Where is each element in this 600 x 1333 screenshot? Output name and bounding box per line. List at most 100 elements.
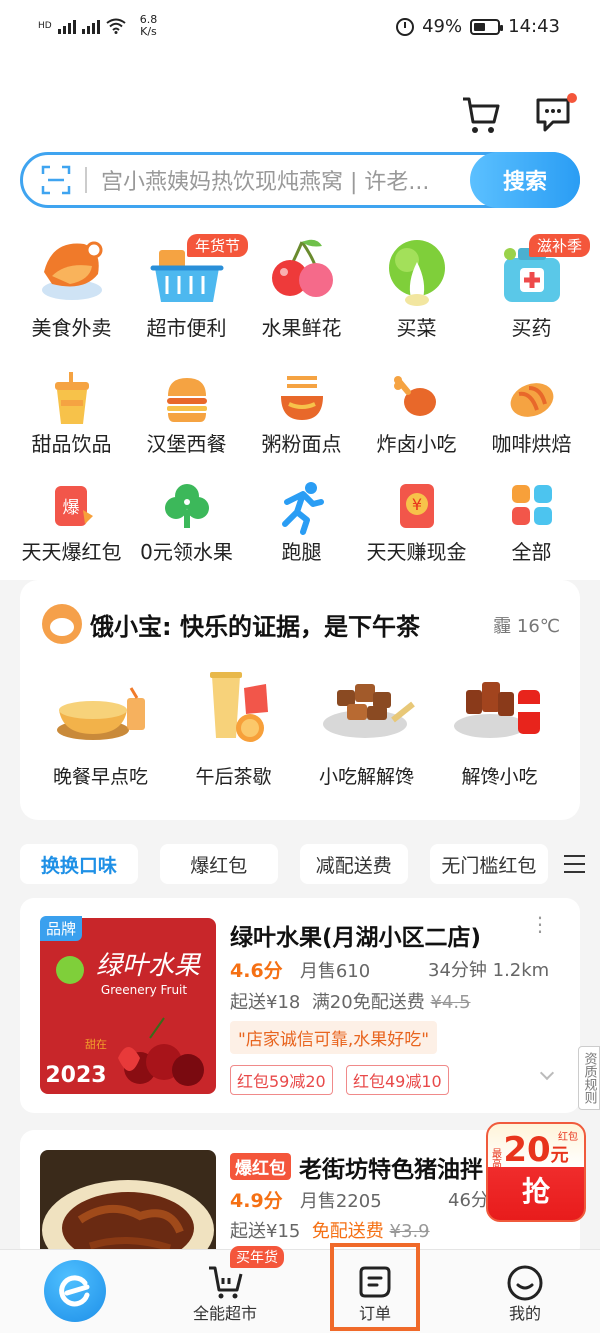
store-image: 绿叶水果 Greenery Fruit 甜在 2023 (40, 918, 216, 1094)
category-label: 粥粉面点 (261, 432, 342, 456)
tab-profile[interactable]: 我的 (450, 1250, 600, 1333)
hd-icon: HD (38, 21, 52, 31)
drumstick-icon (393, 376, 436, 416)
food-icon (41, 241, 102, 300)
store-name-row: 爆红包 老街坊特色猪油拌 (230, 1150, 483, 1184)
category-label: 天天赚现金 (366, 540, 467, 564)
alarm-icon (396, 17, 415, 36)
snack-image (322, 684, 415, 738)
orders-tab-highlight (330, 1243, 420, 1331)
cart-icon[interactable] (460, 94, 502, 136)
tab-home[interactable] (0, 1250, 150, 1333)
battery-percent: 49% (422, 16, 463, 37)
battery-icon (470, 18, 504, 35)
search-button[interactable]: 搜索 (470, 152, 580, 208)
category-coffee[interactable]: 咖啡烘焙 (474, 370, 589, 474)
status-bar: HD 6.8 K/s 49% 14:43 (0, 0, 600, 58)
filter-bar: 换换口味 爆红包 减配送费 无门槛红包 (20, 844, 586, 884)
promo-item[interactable]: 晚餐早点吃 (38, 668, 163, 789)
vegetable-icon (388, 240, 445, 306)
redpacket-icon: 爆 (54, 486, 93, 526)
filter-chip[interactable]: 无门槛红包 (429, 844, 548, 884)
promo-item[interactable]: 解馋小吃 (437, 668, 562, 789)
filter-chip[interactable]: 换换口味 (20, 844, 138, 884)
store-eta: 34分钟 1.2km (428, 960, 550, 981)
store-stats: 4.6分 月售610 34分钟 1.2km (230, 956, 549, 983)
promo-item[interactable]: 小吃解解馋 (304, 668, 429, 789)
tab-label: 全能超市 (192, 1304, 257, 1323)
coupon-tag: 红包49减10 (346, 1065, 449, 1095)
home-logo-icon[interactable] (44, 1260, 106, 1322)
category-medicine[interactable]: 滋补季 买药 (474, 232, 591, 362)
clock: 14:43 (508, 16, 560, 37)
signal-icon (57, 18, 76, 34)
burger-icon (166, 378, 207, 422)
more-icon[interactable]: ⋮ (530, 914, 550, 934)
category-label: 全部 (511, 540, 552, 564)
grab-button[interactable]: 抢 (488, 1170, 584, 1210)
store-card[interactable]: 绿叶水果 Greenery Fruit 甜在 2023 品牌 绿叶水果(月湖小区… (20, 898, 580, 1113)
promo-item-label: 晚餐早点吃 (52, 766, 148, 788)
category-errand[interactable]: 跑腿 (244, 480, 359, 580)
tab-supermarket[interactable]: 买年货 全能超市 (150, 1246, 300, 1333)
filter-menu-icon[interactable] (563, 855, 586, 873)
svg-text:甜在: 甜在 (85, 1038, 107, 1051)
category-tag: 年货节 (187, 234, 249, 257)
category-supermarket[interactable]: 年货节 超市便利 (129, 232, 249, 362)
category-dessert[interactable]: 甜品饮品 (14, 370, 129, 474)
category-all[interactable]: 全部 (474, 480, 589, 580)
category-label: 跑腿 (281, 540, 322, 564)
delivery-fee: 免配送费 (311, 1221, 384, 1242)
cash-icon: ¥ (399, 484, 434, 528)
tea-image (209, 672, 268, 742)
category-cash[interactable]: ¥ 天天赚现金 (359, 480, 474, 580)
bread-icon (510, 383, 553, 417)
tab-label: 我的 (508, 1304, 541, 1323)
filter-chip[interactable]: 减配送费 (299, 844, 408, 884)
floating-coupon[interactable]: 红包 最高 20元 抢 (486, 1122, 586, 1222)
svg-text:Greenery Fruit: Greenery Fruit (101, 983, 187, 997)
category-tag: 滋补季 (529, 234, 591, 257)
qualification-rules-tab[interactable]: 资质规则 (578, 1046, 600, 1110)
category-fruit[interactable]: 水果鲜花 (244, 232, 359, 362)
store-name: 老街坊特色猪油拌 (299, 1157, 483, 1183)
search-input[interactable]: 宫小燕姨妈热饮现炖燕窝 | 许老... (101, 164, 470, 196)
promo-header: 饿小宝: 快乐的证据，是下午茶 (42, 604, 420, 644)
mascot-icon (42, 604, 82, 644)
coupon-amount: 20 (503, 1130, 551, 1170)
chevron-down-icon[interactable] (539, 1065, 555, 1081)
hot-badge: 爆红包 (230, 1153, 291, 1180)
category-label: 水果鲜花 (261, 316, 342, 340)
store-sales: 月售610 (299, 961, 371, 982)
search-divider (85, 167, 87, 193)
svg-text:绿叶水果: 绿叶水果 (96, 951, 202, 981)
message-icon[interactable] (533, 92, 579, 136)
cherry-icon (271, 239, 333, 297)
category-food[interactable]: 美食外卖 (14, 232, 129, 362)
category-label: 超市便利 (146, 316, 227, 340)
store-delivery: 起送¥18 满20免配送费 ¥4.5 (230, 988, 471, 1014)
signal-group: HD 6.8 K/s (38, 14, 157, 38)
store-review-quote: "店家诚信可靠,水果好吃" (230, 1021, 438, 1054)
category-label: 美食外卖 (31, 316, 112, 340)
promo-item[interactable]: 午后茶歇 (171, 668, 296, 789)
svg-text:爆: 爆 (62, 498, 79, 518)
scan-icon[interactable] (41, 165, 71, 195)
svg-text:2023: 2023 (45, 1063, 106, 1088)
old-fee: ¥3.9 (389, 1221, 430, 1242)
category-free-fruit[interactable]: 0元领水果 (129, 480, 244, 580)
weather-text: 霾 16℃ (493, 616, 560, 637)
search-bar[interactable]: 宫小燕姨妈热饮现炖燕窝 | 许老... 搜索 (20, 152, 580, 208)
store-rating: 4.6分 (230, 960, 283, 982)
category-fried[interactable]: 炸卤小吃 (359, 370, 474, 474)
promo-item-label: 解馋小吃 (461, 766, 538, 788)
all-grid-icon (511, 485, 552, 525)
store-stats: 4.9分 月售2205 46分钟 (230, 1186, 507, 1213)
category-redpacket[interactable]: 爆 天天爆红包 (14, 480, 129, 580)
signal-icon-2 (81, 18, 100, 34)
filter-chip[interactable]: 爆红包 (159, 844, 278, 884)
category-burger[interactable]: 汉堡西餐 (129, 370, 244, 474)
category-vegetable[interactable]: 买菜 (359, 232, 474, 362)
promo-item-label: 小吃解解馋 (318, 766, 414, 788)
category-noodle[interactable]: 粥粉面点 (244, 370, 359, 474)
